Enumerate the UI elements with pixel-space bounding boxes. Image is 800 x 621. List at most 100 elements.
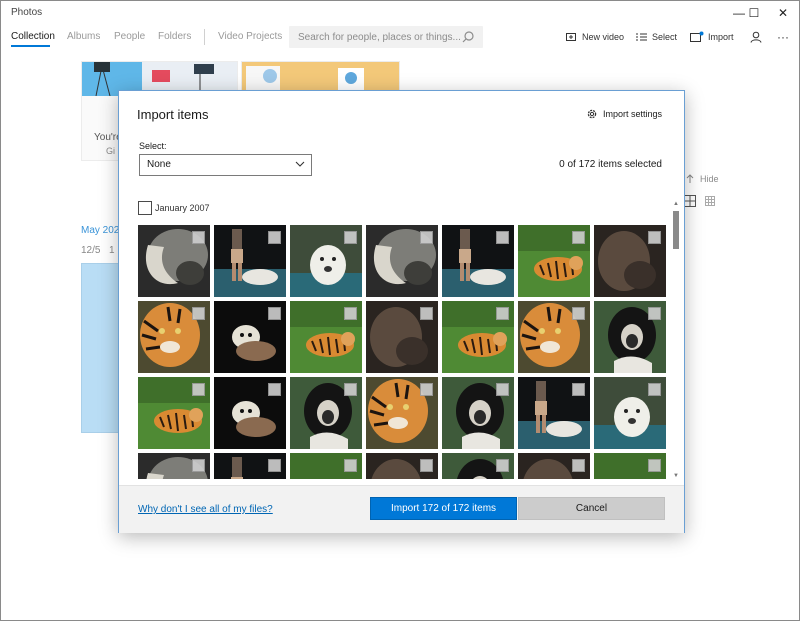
select-value: None	[147, 159, 171, 170]
thumbnail-checkbox[interactable]	[268, 307, 281, 320]
photo-thumbnail[interactable]	[442, 377, 514, 449]
thumbnail-checkbox[interactable]	[496, 383, 509, 396]
scroll-down-icon[interactable]: ▼	[673, 473, 679, 479]
close-button[interactable]: ✕	[767, 1, 799, 25]
thumbnail-checkbox[interactable]	[496, 459, 509, 472]
photo-thumbnail[interactable]	[366, 377, 438, 449]
more-options-button[interactable]: ···	[777, 30, 789, 44]
photo-thumbnail[interactable]	[214, 453, 286, 479]
thumbnail-checkbox[interactable]	[420, 459, 433, 472]
search-icon[interactable]	[461, 30, 475, 44]
thumbnail-checkbox[interactable]	[420, 383, 433, 396]
thumbnail-checkbox[interactable]	[344, 459, 357, 472]
photo-thumbnail[interactable]	[442, 453, 514, 479]
photo-thumbnail[interactable]	[138, 225, 210, 297]
thumbnail-checkbox[interactable]	[572, 231, 585, 244]
photo-thumbnail[interactable]	[138, 453, 210, 479]
maximize-button[interactable]: ☐	[738, 1, 770, 25]
grid-view-icon[interactable]	[684, 195, 696, 207]
select-button[interactable]: Select	[636, 30, 677, 44]
photo-thumbnail[interactable]	[518, 453, 590, 479]
photos-window: Photos — ☐ ✕ Collection Albums People Fo…	[0, 0, 800, 621]
hide-label[interactable]: Hide	[700, 174, 719, 184]
photo-thumbnail[interactable]	[214, 301, 286, 373]
tab-people[interactable]: People	[114, 31, 145, 42]
thumbnail-checkbox[interactable]	[648, 231, 661, 244]
thumbnail-checkbox[interactable]	[648, 459, 661, 472]
new-video-label: New video	[582, 32, 625, 42]
dialog-footer: Why don't I see all of my files? Import …	[119, 485, 684, 533]
tab-albums[interactable]: Albums	[67, 31, 100, 42]
photo-thumbnail[interactable]	[138, 377, 210, 449]
thumbnail-checkbox[interactable]	[344, 231, 357, 244]
thumbnail-checkbox[interactable]	[192, 231, 205, 244]
import-items-button[interactable]: Import 172 of 172 items	[370, 497, 517, 520]
person-icon	[750, 31, 762, 43]
tab-folders[interactable]: Folders	[158, 31, 191, 42]
photo-thumbnail[interactable]	[290, 301, 362, 373]
select-dropdown[interactable]: None	[139, 154, 312, 176]
photo-thumbnail[interactable]	[290, 377, 362, 449]
thumbnail-checkbox[interactable]	[496, 231, 509, 244]
photo-thumbnail[interactable]	[214, 377, 286, 449]
thumbnail-checkbox[interactable]	[572, 459, 585, 472]
photo-thumbnail[interactable]	[290, 453, 362, 479]
photo-thumbnail[interactable]	[290, 225, 362, 297]
thumbnail-checkbox[interactable]	[572, 383, 585, 396]
photo-thumbnail[interactable]	[138, 301, 210, 373]
photo-thumbnail[interactable]	[594, 377, 666, 449]
thumbnail-checkbox[interactable]	[420, 307, 433, 320]
scroll-up-icon[interactable]: ▲	[673, 201, 679, 207]
select-label: Select:	[139, 141, 167, 151]
search-box[interactable]: Search for people, places or things...	[289, 26, 483, 48]
thumbnail-grid	[138, 225, 668, 479]
photo-thumbnail[interactable]	[518, 301, 590, 373]
cancel-button[interactable]: Cancel	[518, 497, 665, 520]
photo-thumbnail[interactable]	[366, 453, 438, 479]
account-button[interactable]	[750, 30, 766, 44]
import-button[interactable]: Import	[690, 30, 734, 44]
active-tab-indicator	[11, 45, 50, 47]
import-icon	[690, 31, 704, 42]
thumbnail-checkbox[interactable]	[192, 307, 205, 320]
photo-thumbnail[interactable]	[594, 453, 666, 479]
import-settings-button[interactable]: Import settings	[586, 108, 662, 120]
photo-thumbnail[interactable]	[594, 225, 666, 297]
help-link[interactable]: Why don't I see all of my files?	[138, 504, 273, 515]
thumbnail-checkbox[interactable]	[344, 383, 357, 396]
photo-thumbnail[interactable]	[442, 301, 514, 373]
photo-thumbnail[interactable]	[594, 301, 666, 373]
top-nav: Collection Albums People Folders Video P…	[1, 25, 799, 51]
small-grid-view-icon[interactable]	[705, 196, 715, 206]
thumbnail-checkbox[interactable]	[268, 459, 281, 472]
photo-thumbnail[interactable]	[214, 225, 286, 297]
group-select-checkbox[interactable]	[138, 201, 152, 215]
tab-collection[interactable]: Collection	[11, 31, 55, 42]
thumbnail-checkbox[interactable]	[420, 231, 433, 244]
thumbnail-checkbox[interactable]	[648, 307, 661, 320]
background-screenshot-thumbnail[interactable]	[81, 263, 121, 433]
thumbnail-checkbox[interactable]	[268, 383, 281, 396]
select-list-icon	[636, 33, 647, 41]
thumbnail-checkbox[interactable]	[192, 383, 205, 396]
photo-thumbnail[interactable]	[442, 225, 514, 297]
thumbnail-checkbox[interactable]	[344, 307, 357, 320]
tab-video-projects[interactable]: Video Projects	[218, 31, 282, 42]
thumbnail-checkbox[interactable]	[572, 307, 585, 320]
import-dialog: Import items Import settings Select: Non…	[118, 90, 685, 533]
background-card-subtext: Gi	[106, 146, 115, 156]
new-video-icon	[566, 33, 576, 41]
thumbnail-checkbox[interactable]	[192, 459, 205, 472]
thumbnail-checkbox[interactable]	[496, 307, 509, 320]
thumbnail-checkbox[interactable]	[268, 231, 281, 244]
scrollbar-thumb[interactable]	[673, 211, 679, 249]
photo-thumbnail[interactable]	[366, 225, 438, 297]
photo-thumbnail[interactable]	[366, 301, 438, 373]
photo-thumbnail[interactable]	[518, 377, 590, 449]
thumbnail-checkbox[interactable]	[648, 383, 661, 396]
new-video-button[interactable]: New video	[566, 30, 624, 44]
search-input[interactable]: Search for people, places or things...	[298, 32, 461, 43]
import-settings-label: Import settings	[602, 109, 662, 119]
photo-thumbnail[interactable]	[518, 225, 590, 297]
vertical-scrollbar[interactable]: ▲ ▼	[672, 201, 680, 479]
